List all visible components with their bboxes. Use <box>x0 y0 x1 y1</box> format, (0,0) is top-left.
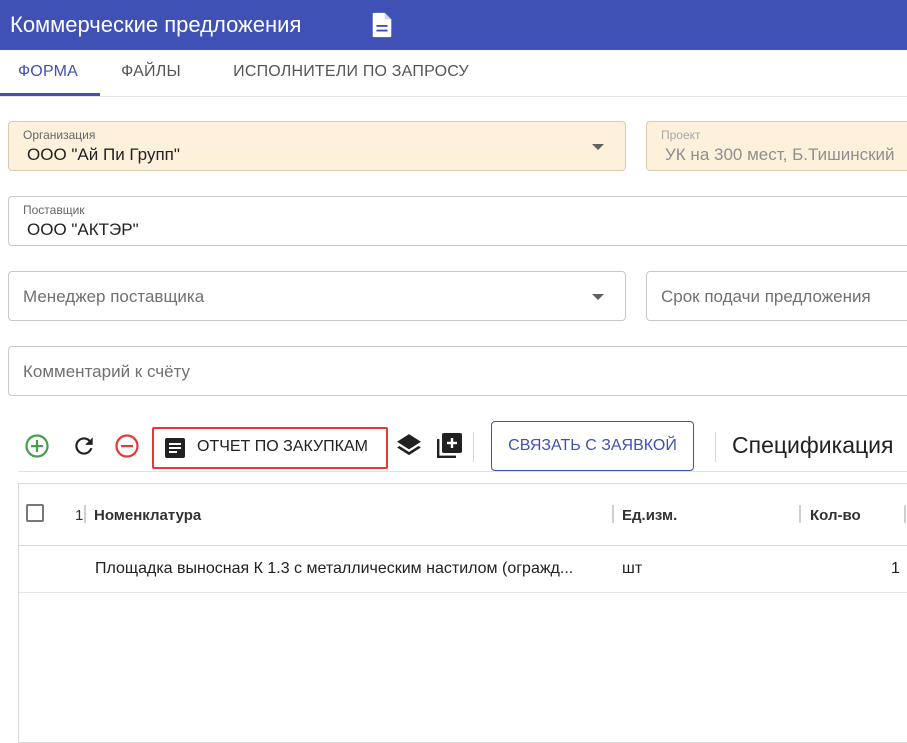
supplier-field[interactable]: Поставщик ООО "АКТЭР" <box>8 196 907 246</box>
purchase-report-button[interactable]: ОТЧЕТ ПО ЗАКУПКАМ <box>152 427 388 469</box>
purchase-report-label: ОТЧЕТ ПО ЗАКУПКАМ <box>197 438 368 455</box>
chevron-down-icon[interactable] <box>592 144 604 150</box>
column-header-unit[interactable]: Ед.изм. <box>622 507 677 524</box>
remove-circle-icon[interactable] <box>114 433 140 459</box>
active-tab-indicator <box>0 93 100 96</box>
comment-placeholder: Комментарий к счёту <box>23 362 191 381</box>
organization-label: Организация <box>23 128 96 142</box>
toolbar-divider <box>715 432 716 462</box>
tab-bar: ФОРМА ФАЙЛЫ ИСПОЛНИТЕЛИ ПО ЗАПРОСУ <box>0 50 907 97</box>
project-value: УК на 300 мест, Б.Тишинский <box>665 145 895 164</box>
project-label: Проект <box>661 128 701 142</box>
app-header: Коммерческие предложения <box>0 0 907 50</box>
cell-nomenclature: Площадка выносная К 1.3 с металлическим … <box>95 560 574 577</box>
comment-field[interactable]: Комментарий к счёту <box>8 346 907 396</box>
supplier-manager-select[interactable]: Менеджер поставщика <box>8 271 626 321</box>
supplier-manager-placeholder: Менеджер поставщика <box>23 287 205 306</box>
toolbar-underline <box>18 471 907 472</box>
layers-icon[interactable] <box>396 432 422 458</box>
column-separator[interactable] <box>84 505 86 523</box>
organization-value: ООО "Ай Пи Групп" <box>27 145 180 164</box>
deadline-field[interactable]: Срок подачи предложения <box>646 271 907 321</box>
document-icon[interactable] <box>370 12 394 38</box>
cell-unit: шт <box>622 560 643 577</box>
select-all-checkbox[interactable] <box>26 504 44 522</box>
column-separator[interactable] <box>904 505 906 523</box>
chevron-down-icon[interactable] <box>592 294 604 300</box>
project-select: Проект УК на 300 мест, Б.Тишинский <box>646 121 907 171</box>
refresh-icon[interactable] <box>71 433 97 459</box>
tab-request-executors[interactable]: ИСПОЛНИТЕЛИ ПО ЗАПРОСУ <box>214 50 488 96</box>
toolbar-divider <box>473 432 474 462</box>
column-header-nomenclature[interactable]: Номенклатура <box>94 507 201 524</box>
page-title: Коммерческие предложения <box>10 12 302 37</box>
column-header-quantity[interactable]: Кол-во <box>810 507 861 524</box>
library-add-icon[interactable] <box>436 432 463 459</box>
specification-title: Спецификация <box>732 432 894 458</box>
column-separator[interactable] <box>799 505 801 523</box>
deadline-placeholder: Срок подачи предложения <box>661 287 871 306</box>
grid-header: 1 Номенклатура Ед.изм. Кол-во <box>19 484 907 546</box>
tab-files[interactable]: ФАЙЛЫ <box>103 50 199 96</box>
organization-select[interactable]: Организация ООО "Ай Пи Групп" <box>8 121 626 171</box>
link-to-request-button[interactable]: СВЯЗАТЬ С ЗАЯВКОЙ <box>491 421 694 471</box>
supplier-label: Поставщик <box>23 203 85 217</box>
column-separator[interactable] <box>612 505 614 523</box>
report-icon <box>165 438 185 458</box>
add-circle-icon[interactable] <box>24 433 50 459</box>
tab-form[interactable]: ФОРМА <box>0 50 96 96</box>
specification-grid: 1 Номенклатура Ед.изм. Кол-во Площадка в… <box>18 483 907 743</box>
row-number-header: 1 <box>75 507 84 524</box>
cell-quantity: 1 <box>891 560 900 577</box>
table-row[interactable]: Площадка выносная К 1.3 с металлическим … <box>19 546 907 593</box>
supplier-value: ООО "АКТЭР" <box>27 220 139 239</box>
